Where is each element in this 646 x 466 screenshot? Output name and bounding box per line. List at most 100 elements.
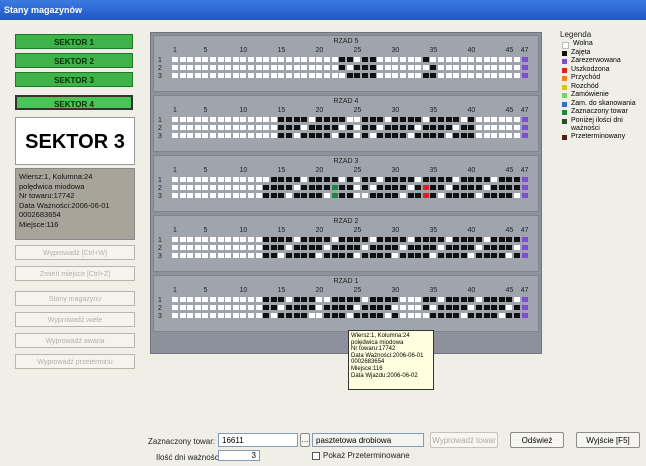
storage-cell[interactable] <box>248 177 254 182</box>
storage-cell[interactable] <box>514 297 520 302</box>
storage-cell[interactable] <box>468 297 475 302</box>
storage-cell[interactable] <box>172 133 178 138</box>
storage-cell[interactable] <box>369 253 376 258</box>
storage-cell[interactable] <box>468 313 475 318</box>
storage-cell[interactable] <box>240 133 247 138</box>
storage-cell[interactable] <box>301 237 308 242</box>
storage-cell[interactable] <box>369 237 376 242</box>
storage-cell[interactable] <box>255 177 262 182</box>
storage-cell[interactable] <box>255 305 262 310</box>
storage-cell[interactable] <box>270 313 277 318</box>
storage-cell[interactable] <box>339 125 346 130</box>
storage-cell[interactable] <box>232 57 239 62</box>
storage-cell[interactable] <box>187 313 194 318</box>
storage-cell[interactable] <box>278 133 285 138</box>
storage-cell[interactable] <box>263 65 270 70</box>
storage-cell[interactable] <box>263 73 270 78</box>
storage-cell[interactable] <box>172 245 178 250</box>
storage-cell[interactable] <box>407 237 414 242</box>
storage-cell[interactable] <box>453 57 460 62</box>
storage-cell[interactable] <box>263 245 270 250</box>
storage-cell[interactable] <box>384 297 391 302</box>
storage-cell[interactable] <box>362 117 368 122</box>
storage-cell[interactable] <box>179 185 186 190</box>
storage-cell[interactable] <box>248 253 254 258</box>
storage-cell[interactable] <box>506 305 513 310</box>
storage-cell[interactable] <box>316 177 323 182</box>
storage-cell[interactable] <box>362 185 368 190</box>
storage-cell[interactable] <box>506 297 513 302</box>
storage-cell[interactable] <box>324 125 330 130</box>
storage-cell[interactable] <box>445 73 452 78</box>
storage-cell[interactable] <box>308 313 315 318</box>
storage-cell[interactable] <box>339 313 346 318</box>
storage-cell[interactable] <box>422 297 429 302</box>
storage-cell[interactable] <box>392 305 399 310</box>
refresh-button[interactable]: Odśwież <box>510 432 564 448</box>
storage-cell[interactable] <box>445 125 452 130</box>
storage-cell[interactable] <box>346 253 353 258</box>
storage-cell[interactable] <box>172 73 178 78</box>
storage-cell[interactable] <box>521 117 528 122</box>
storage-cell[interactable] <box>217 245 224 250</box>
storage-cell[interactable] <box>286 253 292 258</box>
storage-cell[interactable] <box>438 57 444 62</box>
storage-cell[interactable] <box>476 313 482 318</box>
storage-cell[interactable] <box>460 313 467 318</box>
storage-cell[interactable] <box>384 245 391 250</box>
storage-cell[interactable] <box>445 237 452 242</box>
storage-cell[interactable] <box>430 313 437 318</box>
storage-cell[interactable] <box>491 237 498 242</box>
storage-cell[interactable] <box>392 73 399 78</box>
storage-cell[interactable] <box>453 73 460 78</box>
storage-cell[interactable] <box>445 193 452 198</box>
storage-cell[interactable] <box>476 177 482 182</box>
storage-cell[interactable] <box>422 57 429 62</box>
storage-cell[interactable] <box>270 57 277 62</box>
storage-cell[interactable] <box>225 57 232 62</box>
storage-cell[interactable] <box>362 245 368 250</box>
storage-cell[interactable] <box>324 65 330 70</box>
storage-cell[interactable] <box>194 73 201 78</box>
storage-cell[interactable] <box>430 57 437 62</box>
storage-cell[interactable] <box>202 177 209 182</box>
storage-cell[interactable] <box>438 73 444 78</box>
storage-cell[interactable] <box>331 305 338 310</box>
storage-cell[interactable] <box>514 305 520 310</box>
storage-cell[interactable] <box>240 57 247 62</box>
storage-cell[interactable] <box>514 57 520 62</box>
storage-cell[interactable] <box>301 185 308 190</box>
storage-cell[interactable] <box>308 57 315 62</box>
storage-cell[interactable] <box>172 237 178 242</box>
storage-cell[interactable] <box>460 185 467 190</box>
storage-cell[interactable] <box>483 57 490 62</box>
sector-3-button[interactable]: SEKTOR 3 <box>15 72 133 87</box>
storage-cell[interactable] <box>521 177 528 182</box>
storage-cell[interactable] <box>422 313 429 318</box>
storage-cell[interactable] <box>407 57 414 62</box>
storage-cell[interactable] <box>270 73 277 78</box>
storage-cell[interactable] <box>422 253 429 258</box>
storage-cell[interactable] <box>286 193 292 198</box>
storage-cell[interactable] <box>422 133 429 138</box>
storage-cell[interactable] <box>498 133 505 138</box>
storage-cell[interactable] <box>331 237 338 242</box>
storage-cell[interactable] <box>293 245 300 250</box>
storage-cell[interactable] <box>293 57 300 62</box>
storage-cell[interactable] <box>400 185 406 190</box>
storage-cell[interactable] <box>225 297 232 302</box>
storage-cell[interactable] <box>202 65 209 70</box>
storage-cell[interactable] <box>232 73 239 78</box>
storage-cell[interactable] <box>362 73 368 78</box>
storage-cell[interactable] <box>210 253 216 258</box>
storage-cell[interactable] <box>362 133 368 138</box>
storage-cell[interactable] <box>521 297 528 302</box>
storage-cell[interactable] <box>483 177 490 182</box>
storage-cell[interactable] <box>445 133 452 138</box>
storage-cell[interactable] <box>324 305 330 310</box>
storage-cell[interactable] <box>286 125 292 130</box>
storage-cell[interactable] <box>400 125 406 130</box>
storage-cell[interactable] <box>179 73 186 78</box>
storage-cell[interactable] <box>422 117 429 122</box>
storage-cell[interactable] <box>514 193 520 198</box>
